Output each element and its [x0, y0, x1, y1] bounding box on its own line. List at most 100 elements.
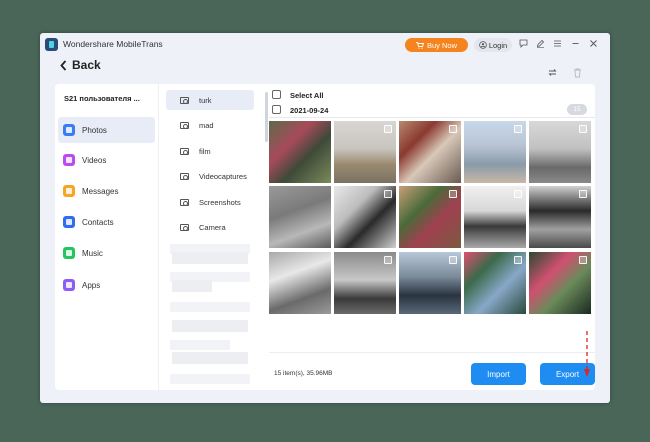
- date-group-label: 2021-09-24: [290, 106, 329, 115]
- album-placeholder: [172, 252, 248, 264]
- menu-icon[interactable]: [552, 39, 563, 50]
- login-button[interactable]: Login: [474, 38, 512, 52]
- photo-thumbnail[interactable]: [529, 121, 591, 183]
- photo-checkbox[interactable]: [449, 256, 457, 264]
- album-camera[interactable]: Camera: [166, 217, 254, 237]
- camera-icon: [180, 223, 189, 231]
- photo-thumbnail[interactable]: [464, 121, 526, 183]
- category-contacts[interactable]: Contacts: [58, 209, 155, 235]
- camera-icon: [180, 172, 189, 180]
- minimize-icon[interactable]: [570, 39, 581, 50]
- photo-thumbnail[interactable]: [529, 252, 591, 314]
- album-label: turk: [199, 95, 212, 105]
- date-group-checkbox[interactable]: [272, 105, 281, 114]
- chevron-left-icon: [60, 59, 67, 71]
- sync-icon[interactable]: [546, 67, 558, 79]
- category-messages[interactable]: Messages: [58, 178, 155, 204]
- album-label: Camera: [199, 222, 226, 232]
- album-label: Videocaptures: [199, 171, 247, 181]
- music-icon: [63, 247, 75, 259]
- photo-thumbnail[interactable]: [464, 186, 526, 248]
- album-list: turk mad film Videocaptures Screenshots …: [160, 84, 260, 390]
- photo-thumbnail[interactable]: [334, 121, 396, 183]
- photo-checkbox[interactable]: [514, 125, 522, 133]
- login-label: Login: [488, 40, 508, 50]
- album-placeholder: [172, 352, 248, 364]
- photo-checkbox[interactable]: [579, 125, 587, 133]
- camera-icon: [180, 121, 189, 129]
- photo-thumbnail[interactable]: [399, 186, 461, 248]
- photo-checkbox[interactable]: [449, 190, 457, 198]
- cart-icon: [415, 41, 424, 49]
- album-label: Screenshots: [199, 197, 241, 207]
- photo-checkbox[interactable]: [449, 125, 457, 133]
- album-scrollbar[interactable]: [265, 92, 268, 142]
- app-logo-icon: [45, 38, 58, 51]
- album-placeholder: [172, 320, 248, 332]
- category-label: Messages: [82, 186, 119, 196]
- app-window: Wondershare MobileTrans Buy Now Login Ba…: [40, 33, 610, 403]
- apps-icon: [63, 279, 75, 291]
- close-icon[interactable]: [588, 39, 599, 50]
- photo-thumbnail[interactable]: [269, 186, 331, 248]
- album-label: film: [199, 146, 211, 156]
- camera-icon: [180, 198, 189, 206]
- photo-checkbox[interactable]: [384, 256, 392, 264]
- photo-checkbox[interactable]: [579, 256, 587, 264]
- category-photos[interactable]: Photos: [58, 117, 155, 143]
- down-arrow-annotation-icon: [584, 331, 590, 377]
- contacts-icon: [63, 216, 75, 228]
- selection-summary: 15 item(s), 35.96MB: [274, 370, 333, 377]
- album-mad[interactable]: mad: [166, 115, 254, 135]
- category-label: Apps: [82, 280, 101, 290]
- group-count-badge: 15: [567, 104, 587, 115]
- select-all-checkbox[interactable]: [272, 90, 281, 99]
- album-turk[interactable]: turk: [166, 90, 254, 110]
- camera-icon: [180, 147, 189, 155]
- album-placeholder: [170, 340, 230, 350]
- album-placeholder: [172, 280, 212, 292]
- select-all-label: Select All: [290, 91, 324, 100]
- photo-thumbnail[interactable]: [464, 252, 526, 314]
- app-title: Wondershare MobileTrans: [63, 39, 163, 49]
- photo-thumbnail[interactable]: [334, 186, 396, 248]
- album-film[interactable]: film: [166, 141, 254, 161]
- user-icon: [479, 41, 487, 49]
- trash-icon[interactable]: [571, 67, 583, 79]
- album-placeholder: [170, 374, 250, 384]
- buy-now-button[interactable]: Buy Now: [405, 38, 468, 52]
- category-music[interactable]: Music: [58, 240, 155, 266]
- photo-checkbox[interactable]: [384, 125, 392, 133]
- title-bar: Wondershare MobileTrans Buy Now Login: [40, 33, 610, 57]
- photo-thumbnail[interactable]: [269, 252, 331, 314]
- photos-icon: [63, 124, 75, 136]
- photo-checkbox[interactable]: [514, 256, 522, 264]
- photo-grid-area: Select All 2021-09-24 15 15 item(s), 35.…: [269, 84, 595, 390]
- camera-icon: [180, 96, 189, 104]
- content-panel: S21 пользователя ... Photos Videos Messa…: [55, 84, 595, 390]
- photo-checkbox[interactable]: [384, 190, 392, 198]
- photo-thumbnail[interactable]: [269, 121, 331, 183]
- category-label: Videos: [82, 155, 107, 165]
- photo-checkbox[interactable]: [514, 190, 522, 198]
- pencil-icon[interactable]: [535, 39, 546, 50]
- category-sidebar: S21 пользователя ... Photos Videos Messa…: [55, 84, 159, 390]
- device-name: S21 пользователя ...: [64, 94, 140, 103]
- photo-checkbox[interactable]: [579, 190, 587, 198]
- buy-now-label: Buy Now: [426, 40, 457, 50]
- photo-thumbnail[interactable]: [399, 252, 461, 314]
- photo-thumbnail[interactable]: [399, 121, 461, 183]
- messages-icon: [63, 185, 75, 197]
- chat-icon[interactable]: [518, 39, 529, 50]
- category-apps[interactable]: Apps: [58, 272, 155, 298]
- category-label: Music: [82, 248, 103, 258]
- photo-thumbnail[interactable]: [334, 252, 396, 314]
- back-button[interactable]: Back: [60, 58, 101, 72]
- photo-thumbnail[interactable]: [529, 186, 591, 248]
- category-videos[interactable]: Videos: [58, 147, 155, 173]
- back-label: Back: [72, 58, 101, 72]
- videos-icon: [63, 154, 75, 166]
- album-videocaptures[interactable]: Videocaptures: [166, 166, 254, 186]
- album-screenshots[interactable]: Screenshots: [166, 192, 254, 212]
- import-button[interactable]: Import: [471, 363, 526, 385]
